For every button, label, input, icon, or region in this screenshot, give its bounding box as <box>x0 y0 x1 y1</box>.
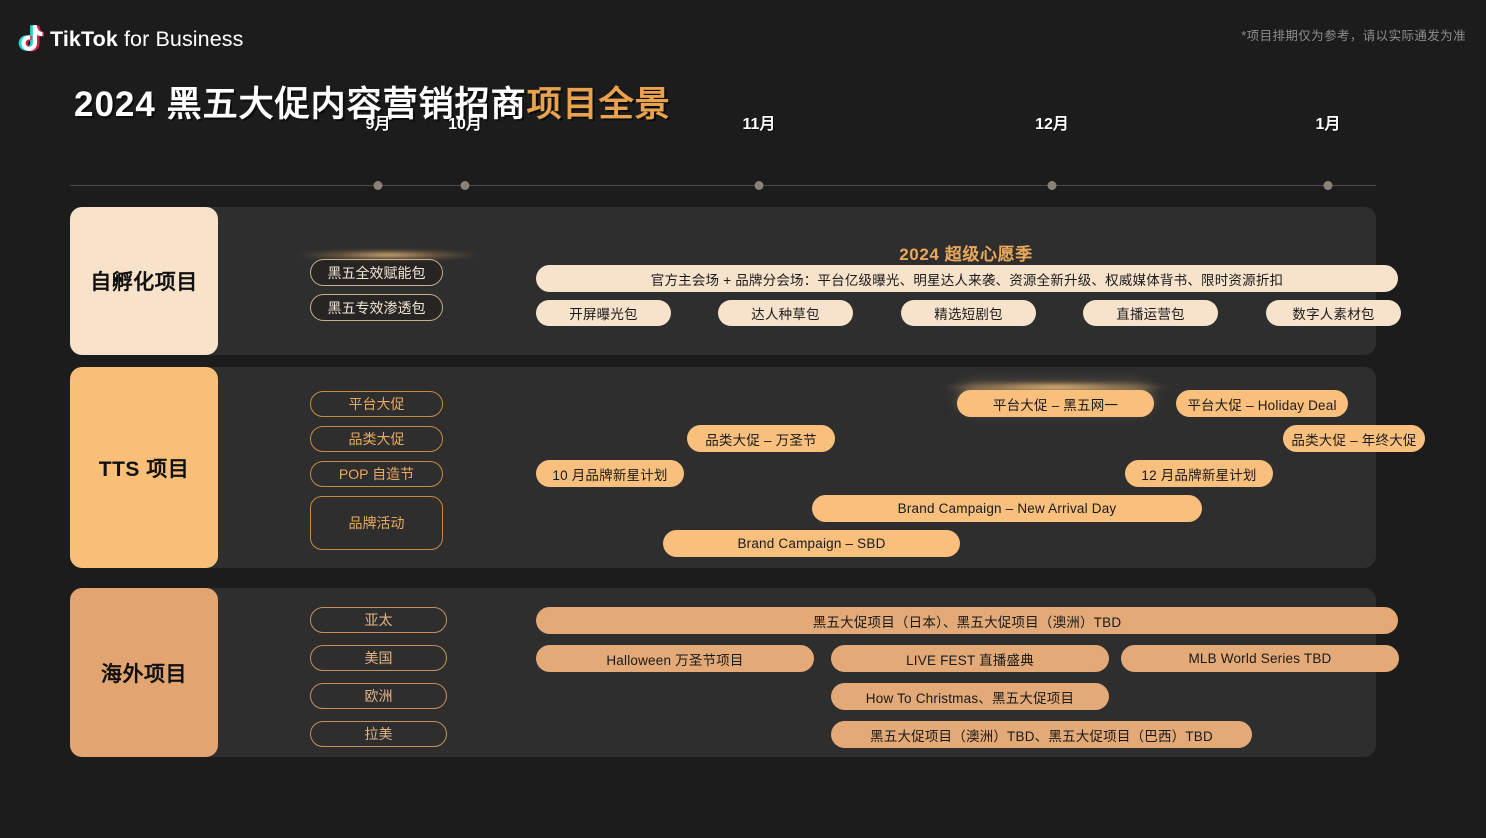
legend-pill[interactable]: 美国 <box>310 645 447 671</box>
gantt-bar[interactable]: Brand Campaign – New Arrival Day <box>812 495 1202 522</box>
gantt-bar[interactable]: How To Christmas、黑五大促项目 <box>831 683 1109 710</box>
gantt-bar[interactable]: 10 月品牌新星计划 <box>536 460 684 487</box>
timeline-tick-label: 12月 <box>1035 116 1069 133</box>
legend-pill[interactable]: 平台大促 <box>310 391 443 417</box>
timeline-tick-label: 9月 <box>365 116 391 133</box>
gantt-bar[interactable]: 精选短剧包 <box>901 300 1036 326</box>
gantt-row-tts: TTS 项目 平台大促品类大促 POP 自造节品牌活动 平台大促 – 黑五网一 平台大促… <box>70 367 1425 568</box>
brand-name: TikTok for Business <box>50 27 243 52</box>
gantt-bar[interactable]: LIVE FEST 直播盛典 <box>831 645 1109 672</box>
disclaimer-note: *项目排期仅为参考，请以实际通发为准 <box>1241 29 1466 43</box>
gantt-bar[interactable]: 12 月品牌新星计划 <box>1125 460 1273 487</box>
timeline-tick-label: 11月 <box>742 116 776 133</box>
timeline-tick-dot <box>754 181 764 190</box>
gantt-bar[interactable]: 品类大促 – 万圣节 <box>687 425 835 452</box>
brand-name-rest: for Business <box>117 26 244 51</box>
legend-pill[interactable]: 品牌活动 <box>310 496 443 550</box>
gantt-bar[interactable]: 黑五大促项目（日本）、黑五大促项目（澳洲）TBD <box>536 607 1398 634</box>
gantt-row-incubation: 自孵化项目 黑五全效赋能包 黑五专效渗透包 2024 超级心愿季 官方主会场 + 品牌分… <box>70 207 1401 355</box>
row-label-card-incubation: 自孵化项目 <box>70 207 218 355</box>
gantt-bar[interactable]: 直播运营包 <box>1083 300 1218 326</box>
row-body: 平台大促品类大促 POP 自造节品牌活动 平台大促 – 黑五网一 平台大促 – Hol… <box>218 367 1425 568</box>
row-label-card-overseas: 海外项目 <box>70 588 218 757</box>
gantt-banner[interactable]: 官方主会场 + 品牌分会场：平台亿级曝光、明星达人来袭、资源全新升级、权威媒体背… <box>536 265 1398 292</box>
tiktok-note-icon <box>18 25 44 52</box>
timeline-axis: 9月 10月 11月 12月 1月 <box>70 116 1376 196</box>
gantt-bar[interactable]: MLB World Series TBD <box>1121 645 1399 672</box>
season-title: 2024 超级心愿季 <box>899 245 1033 264</box>
gantt-bar[interactable]: Brand Campaign – SBD <box>663 530 960 557</box>
gantt-bar[interactable]: 开屏曝光包 <box>536 300 671 326</box>
gantt-bar[interactable]: 黑五大促项目（澳洲）TBD、黑五大促项目（巴西）TBD <box>831 721 1252 748</box>
slide-canvas: TikTok for Business *项目排期仅为参考，请以实际通发为准 2… <box>0 0 1486 838</box>
gantt-bar[interactable]: 品类大促 – 年终大促 <box>1283 425 1425 452</box>
timeline-tick-label: 10月 <box>448 116 482 133</box>
legend-pill[interactable]: 黑五全效赋能包 <box>310 259 443 286</box>
gantt-bar[interactable]: Halloween 万圣节项目 <box>536 645 814 672</box>
legend-pill[interactable]: 品类大促 <box>310 426 443 452</box>
timeline-tick-dot <box>460 181 470 190</box>
timeline-tick-dot <box>1323 181 1333 190</box>
gantt-bar[interactable]: 平台大促 – 黑五网一 <box>957 390 1154 417</box>
legend-pill[interactable]: 拉美 <box>310 721 447 747</box>
gantt-bar[interactable]: 数字人素材包 <box>1266 300 1401 326</box>
timeline-line <box>70 185 1376 186</box>
timeline-tick-dot <box>373 181 383 190</box>
brand-lockup: TikTok for Business <box>18 24 243 54</box>
brand-name-bold: TikTok <box>50 26 118 51</box>
gantt-bar[interactable]: 平台大促 – Holiday Deal <box>1176 390 1348 417</box>
timeline-tick-label: 1月 <box>1315 116 1341 133</box>
legend-pill[interactable]: 亚太 <box>310 607 447 633</box>
gantt-bar[interactable]: 达人种草包 <box>718 300 853 326</box>
timeline-tick-dot <box>1047 181 1057 190</box>
legend-pill[interactable]: 黑五专效渗透包 <box>310 294 443 321</box>
legend-pill[interactable]: POP 自造节 <box>310 461 443 487</box>
legend-pill[interactable]: 欧洲 <box>310 683 447 709</box>
gantt-row-overseas: 海外项目 亚太美国欧洲拉美 黑五大促项目（日本）、黑五大促项目（澳洲）TBD Hall… <box>70 588 1399 757</box>
row-label-card-tts: TTS 项目 <box>70 367 218 568</box>
row-body: 亚太美国欧洲拉美 黑五大促项目（日本）、黑五大促项目（澳洲）TBD Hallowee… <box>218 588 1399 757</box>
row-body: 黑五全效赋能包 黑五专效渗透包 2024 超级心愿季 官方主会场 + 品牌分会场：平台… <box>218 207 1401 355</box>
page-title-accent: 项目全景 <box>526 85 671 124</box>
